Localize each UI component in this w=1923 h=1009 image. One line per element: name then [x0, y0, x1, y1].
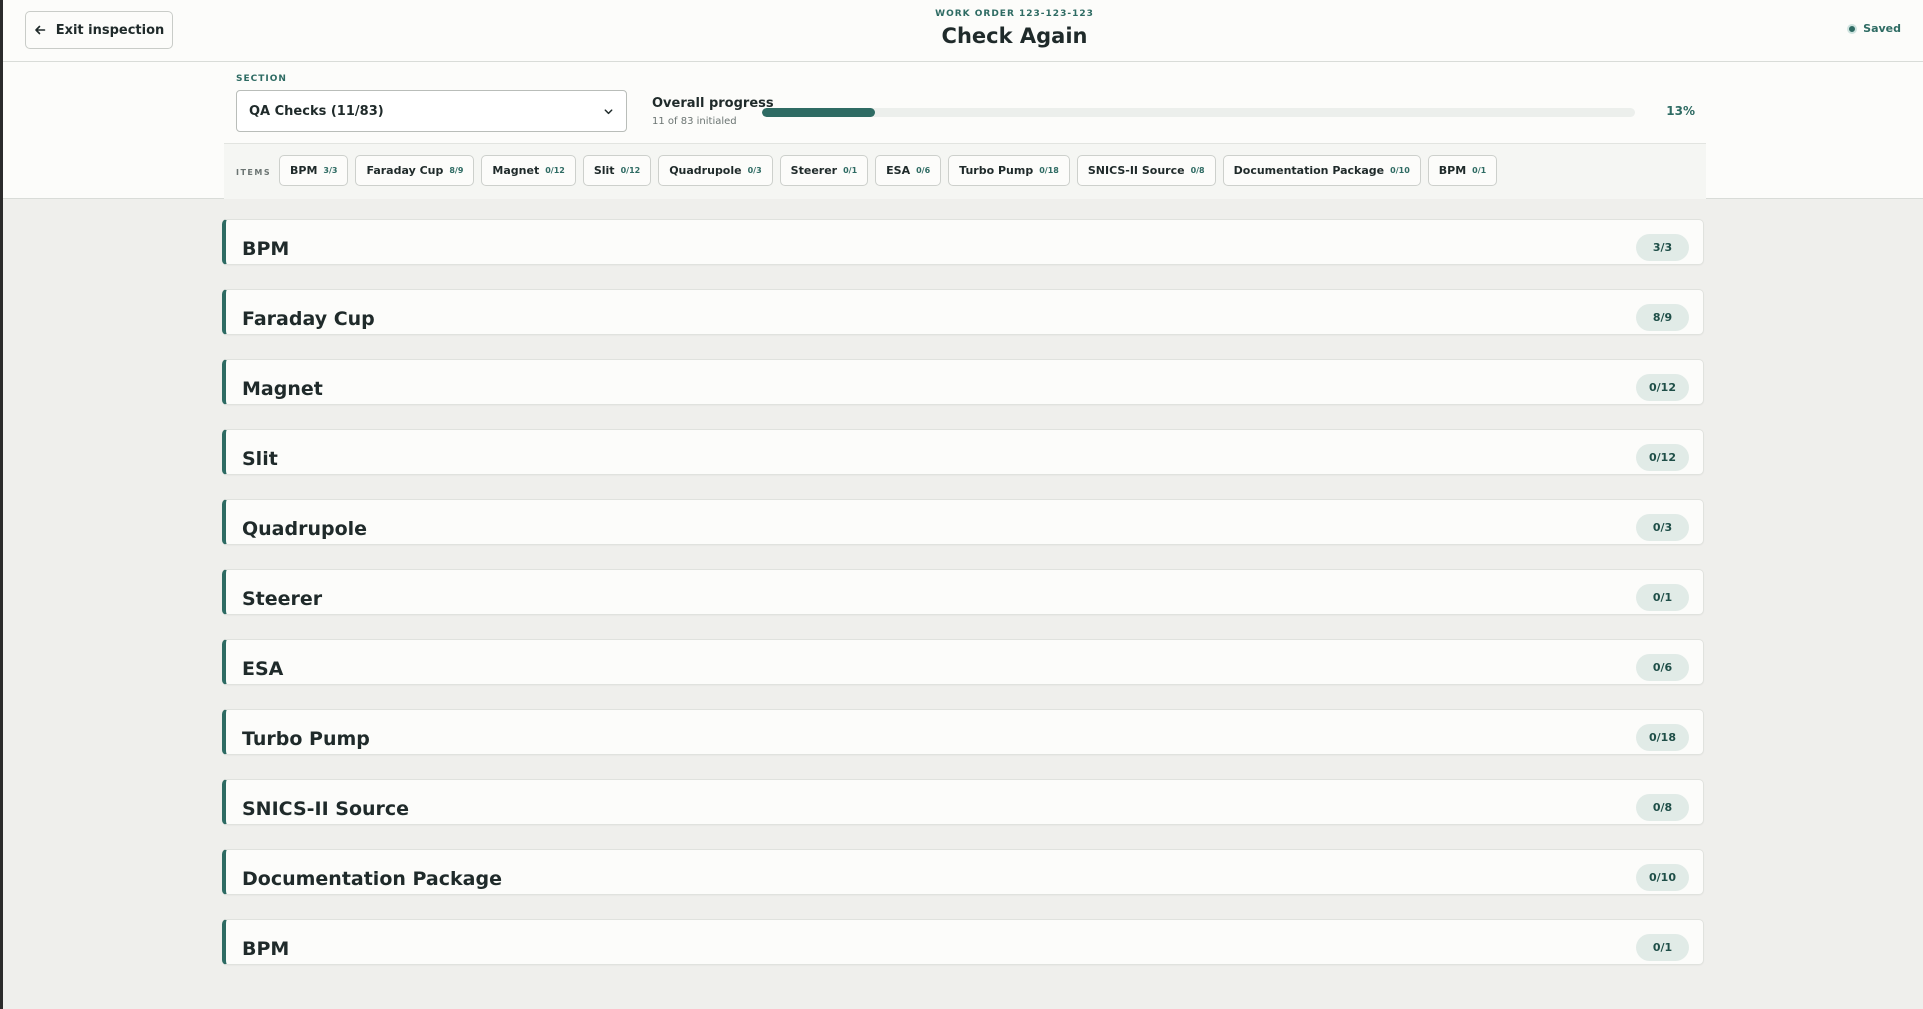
- item-card-title: ESA: [242, 658, 284, 680]
- save-status: Saved: [1847, 22, 1901, 35]
- item-card-list: BPM 3/3 Faraday Cup 8/9 Magnet 0/12 Slit 0/12 Qu…: [222, 219, 1704, 989]
- item-chip-count: 0/1: [1472, 166, 1487, 175]
- item-chip-count: 0/6: [916, 166, 931, 175]
- item-card-title: Steerer: [242, 588, 323, 610]
- item-chip-name: Faraday Cup: [366, 164, 444, 177]
- item-chip-name: BPM: [290, 164, 318, 177]
- item-chip[interactable]: BPM 0/1: [1427, 155, 1498, 186]
- work-order-label: WORK ORDER 123-123-123: [935, 9, 1094, 19]
- item-chip-count: 0/10: [1390, 166, 1410, 175]
- item-chip-name: Steerer: [790, 164, 838, 177]
- item-card-count-badge: 0/12: [1636, 374, 1689, 401]
- save-status-label: Saved: [1863, 22, 1901, 35]
- progress-title: Overall progress: [652, 96, 774, 111]
- page-title: Check Again: [941, 24, 1088, 48]
- item-card-title: Slit: [242, 448, 278, 470]
- item-card[interactable]: Magnet 0/12: [222, 359, 1704, 405]
- item-card-title: Magnet: [242, 378, 323, 400]
- item-chip[interactable]: Steerer 0/1: [779, 155, 869, 186]
- item-card-count-badge: 3/3: [1636, 234, 1689, 261]
- item-card-count-badge: 0/6: [1636, 654, 1689, 681]
- item-chip[interactable]: Turbo Pump 0/18: [948, 155, 1070, 186]
- item-card-title: SNICS-II Source: [242, 798, 410, 820]
- item-chip-name: Slit: [593, 164, 615, 177]
- item-card-title: Documentation Package: [242, 868, 502, 890]
- item-chip-count: 8/9: [449, 166, 464, 175]
- item-card[interactable]: SNICS-II Source 0/8: [222, 779, 1704, 825]
- item-chip-name: BPM: [1438, 164, 1467, 177]
- item-chip-count: 0/8: [1190, 166, 1205, 175]
- item-chip[interactable]: ESA 0/6: [875, 155, 942, 186]
- item-chip-name: SNICS-II Source: [1087, 164, 1185, 177]
- item-card-count-badge: 0/3: [1636, 514, 1689, 541]
- item-chip-name: Documentation Package: [1233, 164, 1385, 177]
- progress-bar-fill: [762, 108, 876, 117]
- progress-percent: 13%: [1666, 104, 1695, 118]
- top-bar: Exit inspection WORK ORDER 123-123-123 C…: [3, 0, 1923, 62]
- items-label: ITEMS: [236, 168, 272, 177]
- item-card-title: Quadrupole: [242, 518, 368, 540]
- progress-bar: [762, 108, 1635, 117]
- item-card[interactable]: BPM 0/1: [222, 919, 1704, 965]
- item-chip[interactable]: Quadrupole 0/3: [658, 155, 773, 186]
- progress-subtitle: 11 of 83 initialed: [652, 116, 737, 127]
- item-chip[interactable]: Magnet 0/12: [481, 155, 576, 186]
- item-card-count-badge: 0/8: [1636, 794, 1689, 821]
- status-dot-icon: [1847, 23, 1858, 34]
- item-chip-name: Quadrupole: [669, 164, 742, 177]
- chevron-down-icon: [604, 108, 613, 114]
- item-chip-count: 0/12: [620, 166, 641, 175]
- item-chip-count: 3/3: [323, 166, 338, 175]
- item-chip-count: 0/12: [545, 166, 565, 175]
- item-chip[interactable]: Documentation Package 0/10: [1222, 155, 1421, 186]
- item-card-title: BPM: [242, 938, 290, 960]
- item-card[interactable]: Quadrupole 0/3: [222, 499, 1704, 545]
- item-chip-name: Turbo Pump: [959, 164, 1034, 177]
- item-card-title: BPM: [242, 238, 290, 260]
- item-card[interactable]: Turbo Pump 0/18: [222, 709, 1704, 755]
- item-card-count-badge: 0/1: [1636, 934, 1689, 961]
- item-card-title: Faraday Cup: [242, 308, 375, 330]
- item-card-count-badge: 0/18: [1636, 724, 1689, 751]
- window-edge: [0, 0, 3, 1009]
- item-chip-count: 0/1: [843, 166, 858, 175]
- item-chip-count: 0/3: [747, 166, 762, 175]
- item-chip-count: 0/18: [1039, 166, 1059, 175]
- item-card[interactable]: Faraday Cup 8/9: [222, 289, 1704, 335]
- item-card-count-badge: 0/10: [1636, 864, 1689, 891]
- item-chip[interactable]: Slit 0/12: [582, 155, 652, 186]
- section-select[interactable]: QA Checks (11/83): [236, 90, 627, 132]
- item-card[interactable]: Slit 0/12: [222, 429, 1704, 475]
- item-card[interactable]: BPM 3/3: [222, 219, 1704, 265]
- item-card[interactable]: ESA 0/6: [222, 639, 1704, 685]
- item-chip[interactable]: BPM 3/3: [279, 155, 349, 186]
- items-bar: ITEMS BPM 3/3 Faraday Cup 8/9 Magnet 0/12 Slit…: [224, 143, 1706, 199]
- item-chip[interactable]: Faraday Cup 8/9: [355, 155, 475, 186]
- item-card-count-badge: 0/12: [1636, 444, 1689, 471]
- inspection-subheader: SECTION QA Checks (11/83) Overall progre…: [3, 62, 1923, 199]
- section-label: SECTION: [236, 74, 287, 84]
- item-chip[interactable]: SNICS-II Source 0/8: [1076, 155, 1216, 186]
- item-card[interactable]: Steerer 0/1: [222, 569, 1704, 615]
- item-card-count-badge: 0/1: [1636, 584, 1689, 611]
- item-card-count-badge: 8/9: [1636, 304, 1689, 331]
- section-select-value: QA Checks (11/83): [249, 103, 384, 119]
- item-chip-name: Magnet: [492, 164, 540, 177]
- item-chip-list: BPM 3/3 Faraday Cup 8/9 Magnet 0/12 Slit 0/12 Qu…: [279, 155, 1498, 186]
- item-card[interactable]: Documentation Package 0/10: [222, 849, 1704, 895]
- item-card-title: Turbo Pump: [242, 728, 370, 750]
- item-chip-name: ESA: [886, 164, 911, 177]
